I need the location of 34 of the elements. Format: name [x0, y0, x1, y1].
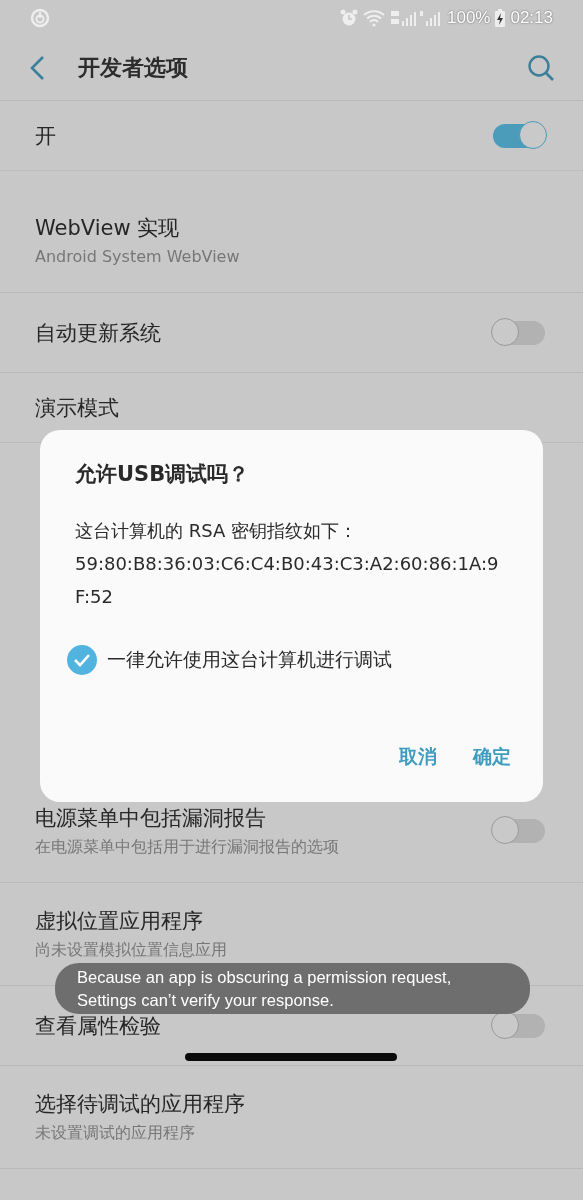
setting-title: 电源菜单中包括漏洞报告: [35, 805, 267, 832]
check-icon: [73, 653, 91, 667]
alarm-icon: [339, 9, 358, 27]
setting-subtitle: 尚未设置模拟位置信息应用: [35, 939, 228, 961]
setting-subtitle: 未设置调试的应用程序: [35, 1122, 196, 1144]
setting-title: WebView 实现: [35, 215, 181, 242]
setting-title: 自动更新系统: [35, 319, 162, 347]
toggle-switch[interactable]: [493, 123, 545, 148]
setting-title: 开: [35, 122, 57, 150]
signal-icon: [389, 9, 442, 27]
setting-title: 查看属性检验: [35, 1012, 162, 1040]
wifi-icon: [362, 9, 385, 27]
app-status-icon: [30, 8, 50, 28]
dialog-message: 这台计算机的 RSA 密钥指纹如下：: [75, 519, 359, 543]
checkbox[interactable]: [67, 645, 97, 675]
setting-title: 虚拟位置应用程序: [35, 908, 204, 935]
page-title: 开发者选项: [78, 54, 189, 82]
home-indicator[interactable]: [185, 1053, 397, 1061]
setting-subtitle: Android System WebView: [35, 246, 241, 268]
search-icon: [527, 54, 555, 82]
battery-charging-icon: [495, 9, 506, 27]
toggle-switch[interactable]: [493, 1013, 545, 1038]
setting-row[interactable]: 自动更新系统: [0, 293, 583, 373]
setting-row[interactable]: 选择待调试的应用程序 未设置调试的应用程序: [0, 1066, 583, 1169]
toggle-switch[interactable]: [493, 819, 545, 843]
toggle-switch[interactable]: [493, 320, 545, 345]
checkbox-label: 一律允许使用这台计算机进行调试: [107, 647, 392, 672]
search-button[interactable]: [527, 54, 555, 82]
setting-title: 演示模式: [35, 394, 120, 422]
dialog-title: 允许USB调试吗？: [75, 461, 251, 488]
key-fingerprint: 59:80:B8:36:03:C6:C4:B0:43:C3:A2:60:86:1A:9F:52: [75, 552, 500, 609]
setting-row[interactable]: WebView 实现 Android System WebView: [0, 190, 583, 293]
setting-title: 选择待调试的应用程序: [35, 1091, 246, 1118]
setting-subtitle: 在电源菜单中包括用于进行漏洞报告的选项: [35, 836, 340, 858]
